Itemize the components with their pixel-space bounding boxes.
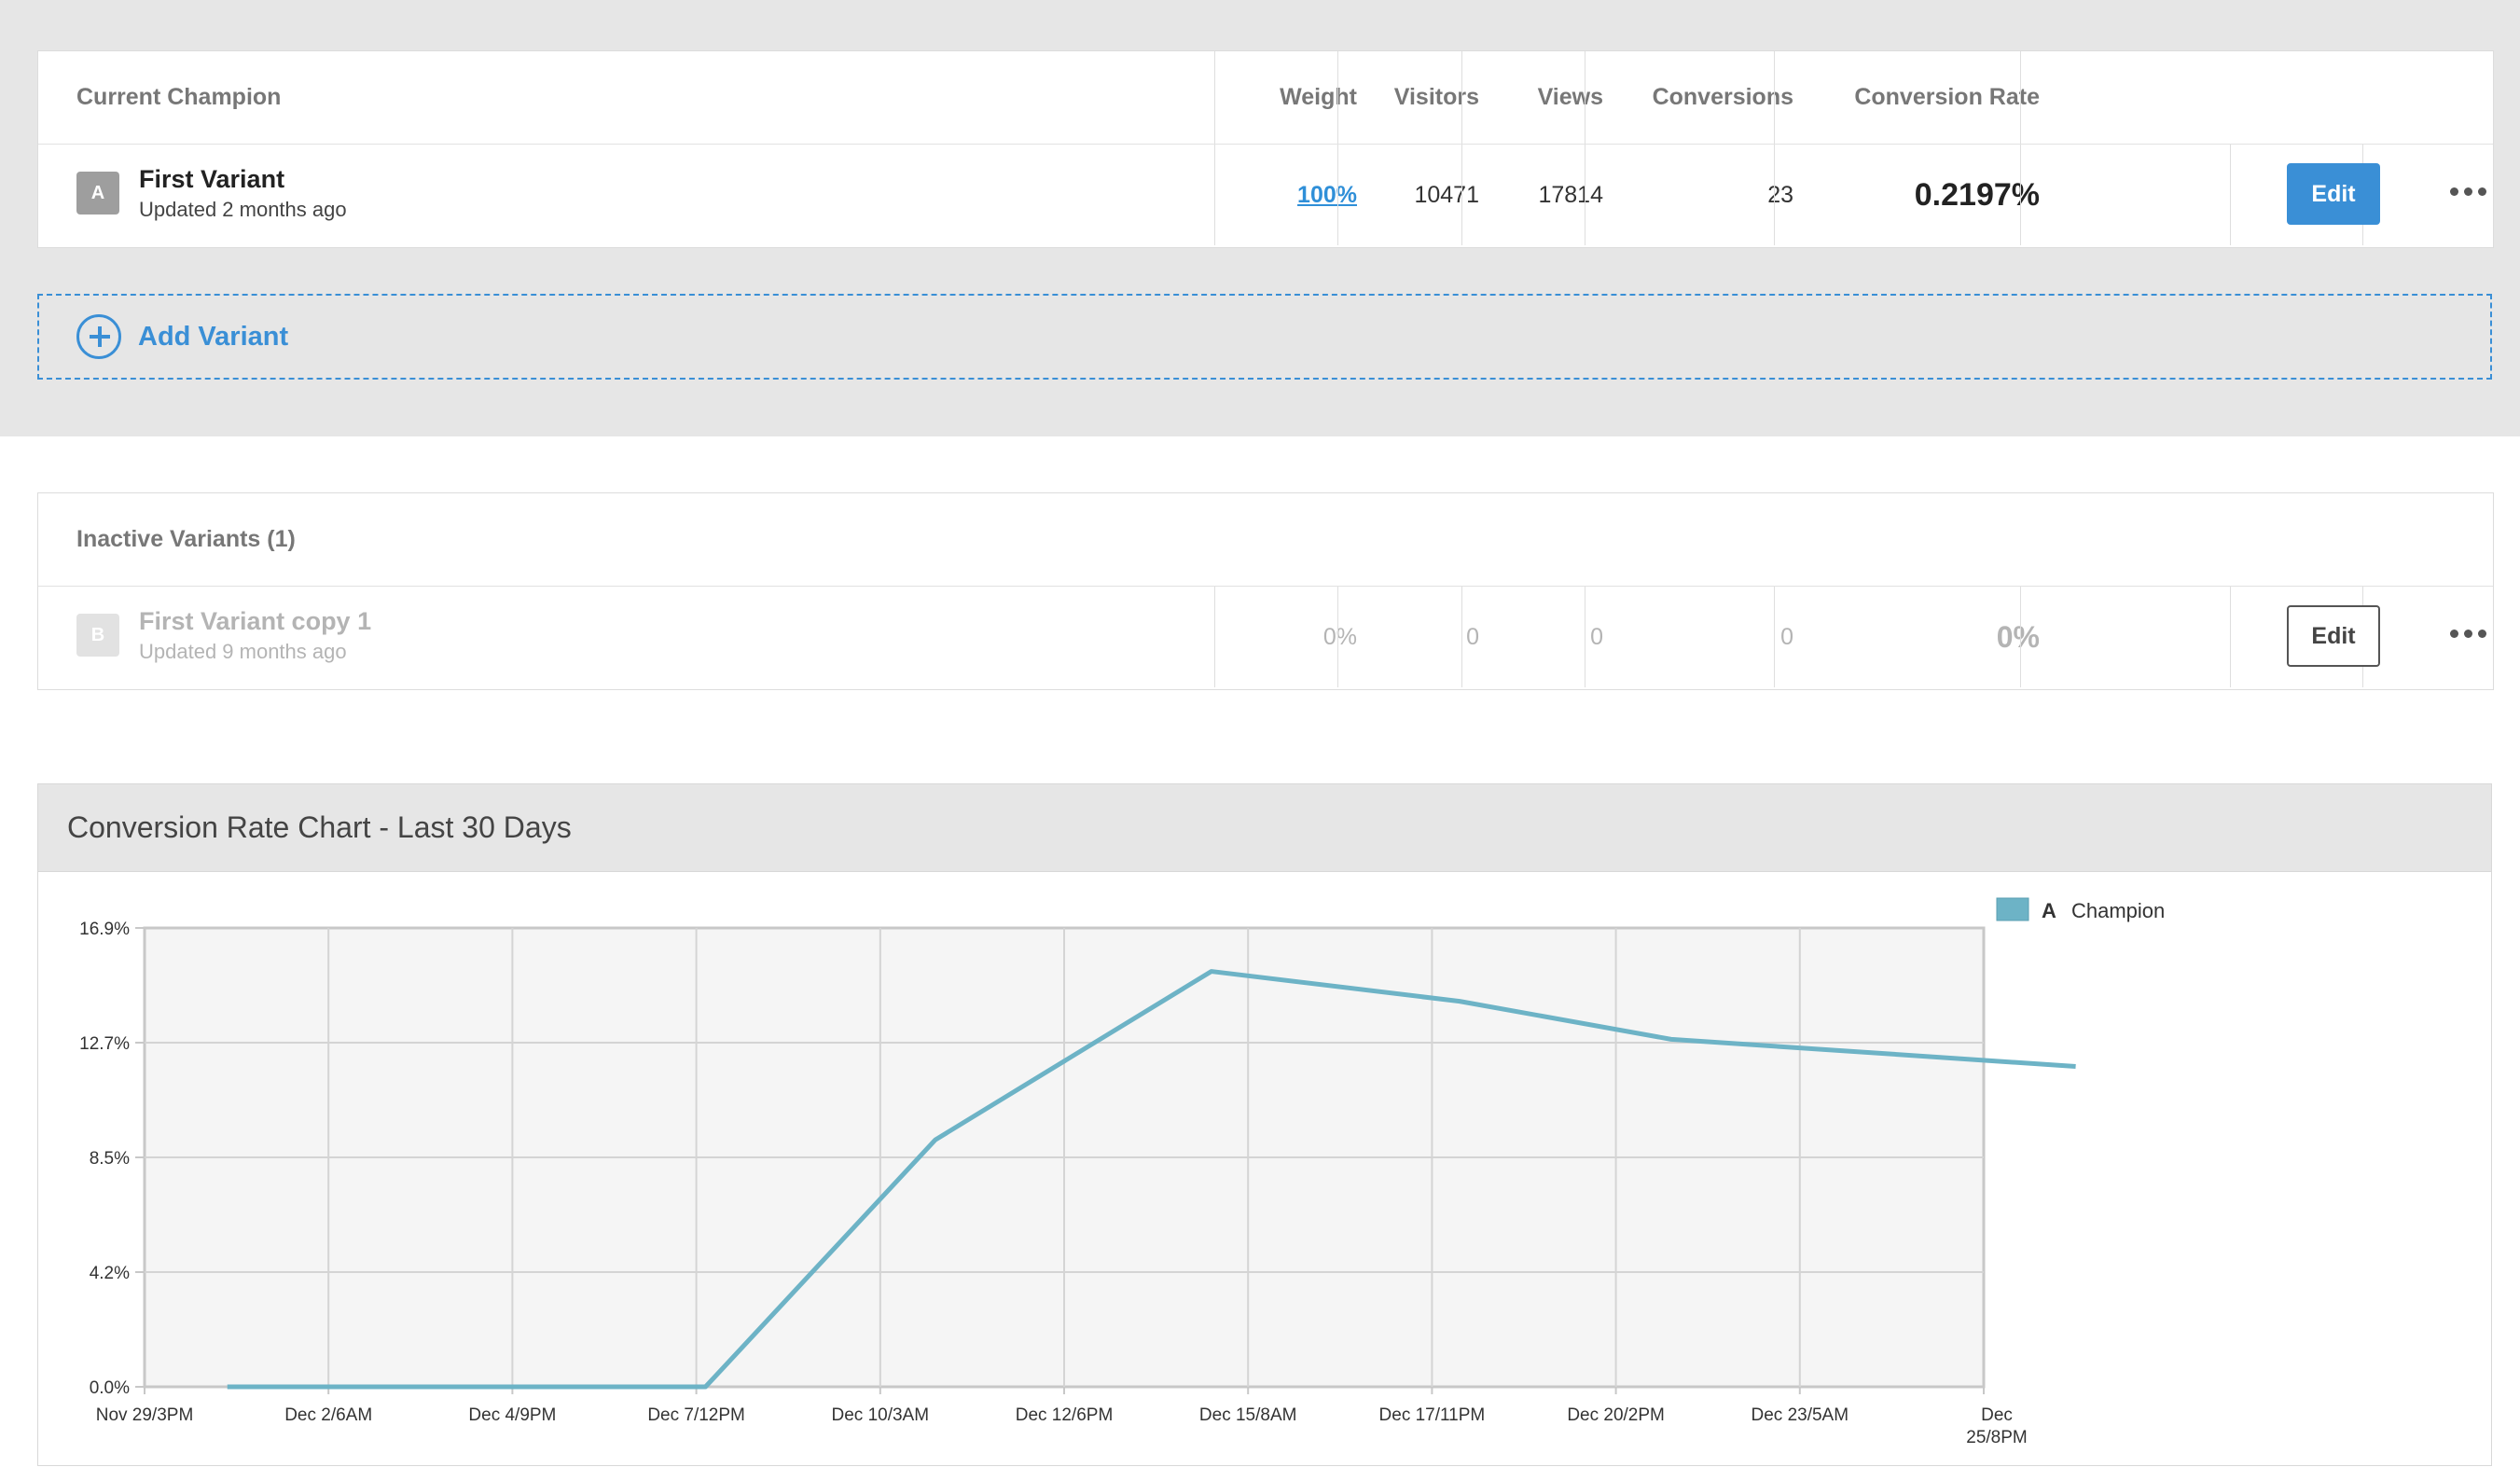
x-tick-label: Dec 15/8AM	[1199, 1405, 1297, 1425]
y-tick-label: 8.5%	[90, 1149, 130, 1169]
legend-swatch	[1996, 897, 2029, 921]
x-tick-label: Dec 4/9PM	[468, 1405, 556, 1425]
header-visitors: Visitors	[1393, 84, 1479, 110]
variant-updated: Updated 9 months ago	[139, 640, 347, 663]
conversion-rate-text: 0%	[1996, 619, 2040, 654]
visitors-value: 10471	[1414, 181, 1479, 208]
legend-marker: A	[2042, 899, 2056, 922]
legend-label: Champion	[2071, 899, 2165, 922]
conversion-rate-value: 0%	[1792, 587, 2040, 687]
more-options-icon[interactable]	[2444, 173, 2491, 210]
inactive-variants-title: Inactive Variants (1)	[76, 526, 296, 552]
x-tick-label: Dec 17/11PM	[1379, 1405, 1486, 1425]
add-variant-button[interactable]: Add Variant	[37, 294, 2492, 380]
more-options-icon[interactable]	[2444, 615, 2491, 652]
header-conversions: Conversions	[1652, 84, 1793, 110]
inactive-table-header: Inactive Variants (1)	[38, 493, 2493, 587]
y-tick-label: 4.2%	[90, 1264, 130, 1283]
visitors-value: 0	[1466, 623, 1479, 650]
x-tick-label: Dec 7/12PM	[647, 1405, 745, 1425]
add-variant-label: Add Variant	[138, 321, 289, 352]
x-tick-label: Dec 25/8PM	[1966, 1405, 2027, 1447]
conversions-value: 0	[1780, 623, 1793, 650]
edit-button[interactable]: Edit	[2287, 163, 2380, 225]
x-tick-label: Dec 23/5AM	[1752, 1405, 1849, 1425]
x-tick-label: Dec 20/2PM	[1567, 1405, 1665, 1425]
champion-table: Current Champion Weight Visitors Views C…	[37, 50, 2494, 248]
header-current-champion: Current Champion	[76, 84, 282, 110]
y-tick-label: 16.9%	[79, 920, 130, 939]
variant-updated: Updated 2 months ago	[139, 198, 347, 221]
edit-button[interactable]: Edit	[2287, 605, 2380, 667]
x-tick-label: Dec 10/3AM	[832, 1405, 930, 1425]
header-views: Views	[1537, 84, 1603, 110]
x-tick-label: Nov 29/3PM	[96, 1405, 194, 1425]
variant-badge-b: B	[76, 614, 119, 657]
conversion-rate-chart: Nov 29/3PM Dec 2/6AM Dec 4/9PM Dec 7/12PM De…	[79, 897, 2165, 1447]
conversion-rate-chart-card: Conversion Rate Chart - Last 30 Days Nov…	[37, 783, 2492, 1466]
conversions-value: 23	[1767, 181, 1793, 208]
x-tick-label: Dec 2/6AM	[284, 1405, 372, 1425]
y-tick-label: 0.0%	[90, 1378, 130, 1398]
inactive-variant-row: B First Variant copy 1 Updated 9 months …	[38, 587, 2493, 687]
header-conversion-rate: Conversion Rate	[1854, 84, 2040, 110]
chart-title: Conversion Rate Chart - Last 30 Days	[38, 784, 2491, 872]
y-tick-label: 12.7%	[79, 1034, 130, 1054]
views-value: 17814	[1538, 181, 1603, 208]
conversion-rate-value: 0.2197%	[1792, 145, 2040, 245]
variant-name: First Variant	[139, 165, 285, 193]
champion-table-header: Current Champion Weight Visitors Views C…	[38, 51, 2493, 145]
views-value: 0	[1590, 623, 1603, 650]
x-tick-label: Dec 12/6PM	[1016, 1405, 1114, 1425]
champion-variant-row: A First Variant Updated 2 months ago 100…	[38, 145, 2493, 245]
plus-circle-icon	[76, 314, 121, 359]
variant-name: First Variant copy 1	[139, 607, 372, 635]
variant-badge-a: A	[76, 172, 119, 215]
inactive-variants-table: Inactive Variants (1) B First Variant co…	[37, 492, 2494, 690]
